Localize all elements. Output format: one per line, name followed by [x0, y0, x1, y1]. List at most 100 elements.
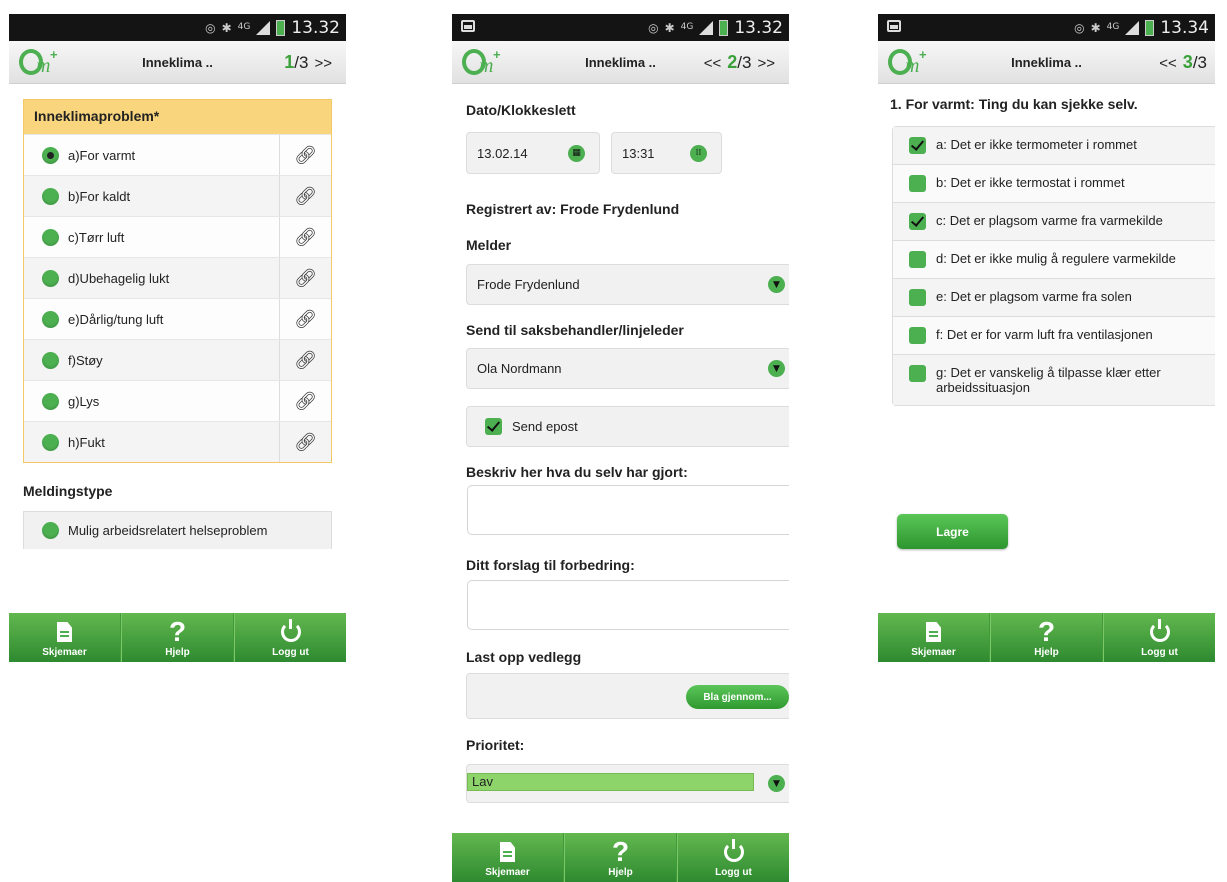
- pager: << 3 /3: [1153, 52, 1207, 73]
- save-button[interactable]: Lagre: [897, 514, 1008, 549]
- radio-icon: [42, 228, 59, 246]
- check-item-label: d: Det er ikke mulig å regulere varmekil…: [936, 251, 1176, 266]
- forms-button[interactable]: Skjemaer: [878, 613, 990, 662]
- problem-option[interactable]: f)Støy 🔗︎: [24, 339, 331, 380]
- problem-option-select[interactable]: b)For kaldt: [24, 176, 279, 216]
- page-current: 1: [284, 52, 295, 72]
- browse-button[interactable]: Bla gjennom...: [686, 685, 789, 709]
- reporter-select[interactable]: Frode Frydenlund ▼: [466, 264, 789, 305]
- help-label: Hjelp: [165, 647, 190, 658]
- check-item[interactable]: e: Det er plagsom varme fra solen: [893, 278, 1215, 316]
- prev-page-button[interactable]: <<: [1159, 55, 1177, 72]
- problem-option-select[interactable]: e)Dårlig/tung luft: [24, 299, 279, 339]
- bluetooth-icon: ✱: [1090, 20, 1101, 35]
- problem-option-select[interactable]: h)Fukt: [24, 422, 279, 462]
- network-type: 4G: [680, 22, 694, 32]
- logout-button[interactable]: Logg ut: [1103, 613, 1215, 662]
- link-icon[interactable]: 🔗︎: [279, 135, 331, 175]
- radio-icon: [42, 522, 59, 539]
- send-to-label: Send til saksbehandler/linjeleder: [466, 322, 684, 338]
- suggestion-label: Ditt forslag til forbedring:: [466, 557, 635, 573]
- problem-group: Inneklimaproblem* a)For varmt 🔗︎ b)For kal…: [23, 99, 332, 463]
- problem-option[interactable]: d)Ubehagelig lukt 🔗︎: [24, 257, 331, 298]
- problem-option-label: a)For varmt: [68, 147, 136, 163]
- link-icon[interactable]: 🔗︎: [279, 299, 331, 339]
- priority-label: Prioritet:: [466, 737, 525, 753]
- problem-option[interactable]: e)Dårlig/tung luft 🔗︎: [24, 298, 331, 339]
- describe-textarea[interactable]: [467, 485, 789, 535]
- problem-option-label: f)Støy: [68, 352, 103, 368]
- link-icon[interactable]: 🔗︎: [279, 217, 331, 257]
- problem-option-label: d)Ubehagelig lukt: [68, 270, 170, 286]
- date-field[interactable]: 13.02.14 ▦: [466, 132, 600, 174]
- forms-button[interactable]: Skjemaer: [452, 833, 564, 882]
- problem-option-select[interactable]: g)Lys: [24, 381, 279, 421]
- problem-option[interactable]: h)Fukt 🔗︎: [24, 421, 331, 462]
- help-button[interactable]: ? Hjelp: [564, 833, 677, 882]
- problem-option-label: c)Tørr luft: [68, 229, 125, 245]
- question-icon: ?: [611, 836, 630, 867]
- check-item[interactable]: a: Det er ikke termometer i rommet: [893, 127, 1215, 164]
- suggestion-textarea[interactable]: [467, 580, 789, 630]
- link-icon[interactable]: 🔗︎: [279, 422, 331, 462]
- send-to-select[interactable]: Ola Nordmann ▼: [466, 348, 789, 389]
- eye-icon: ◎: [648, 20, 659, 35]
- next-page-button[interactable]: >>: [314, 55, 332, 72]
- logout-button[interactable]: Logg ut: [677, 833, 789, 882]
- check-item-label: e: Det er plagsom varme fra solen: [936, 289, 1132, 304]
- check-item[interactable]: d: Det er ikke mulig å regulere varmekil…: [893, 240, 1215, 278]
- checkbox-icon: [909, 289, 926, 306]
- bottom-nav: Skjemaer ? Hjelp Logg ut: [9, 613, 346, 662]
- link-icon[interactable]: 🔗︎: [279, 176, 331, 216]
- priority-select[interactable]: Lav ▼: [466, 764, 789, 803]
- screen-3: ◎ ✱ 4G 13.34 m + Inneklima .. << 3 /3 1. …: [878, 14, 1215, 662]
- problem-option-select[interactable]: d)Ubehagelig lukt: [24, 258, 279, 298]
- forms-button[interactable]: Skjemaer: [9, 613, 121, 662]
- forms-label: Skjemaer: [911, 647, 956, 658]
- check-item[interactable]: c: Det er plagsom varme fra varmekilde: [893, 202, 1215, 240]
- link-icon[interactable]: 🔗︎: [279, 258, 331, 298]
- check-item[interactable]: g: Det er vanskelig å tilpasse klær ette…: [893, 354, 1215, 405]
- time-field[interactable]: 13:31 ⁞⁞: [611, 132, 722, 174]
- check-item-label: a: Det er ikke termometer i rommet: [936, 137, 1137, 152]
- pager: 1 /3 >>: [284, 52, 338, 73]
- problem-option-select[interactable]: c)Tørr luft: [24, 217, 279, 257]
- page-current: 2: [727, 52, 738, 72]
- signal-icon: [1125, 20, 1140, 35]
- help-button[interactable]: ? Hjelp: [121, 613, 234, 662]
- send-email-checkbox[interactable]: Send epost: [466, 406, 789, 447]
- problem-option[interactable]: a)For varmt 🔗︎: [24, 134, 331, 175]
- chevron-down-icon: ▼: [768, 360, 785, 377]
- document-icon: [57, 622, 72, 642]
- problem-option-label: e)Dårlig/tung luft: [68, 311, 164, 327]
- describe-label: Beskriv her hva du selv har gjort:: [466, 464, 688, 480]
- radio-icon: [42, 392, 59, 410]
- logout-button[interactable]: Logg ut: [234, 613, 346, 662]
- clock-picker-icon[interactable]: ⁞⁞: [690, 144, 707, 162]
- gallery-icon: [461, 20, 475, 32]
- power-icon: [1149, 619, 1170, 642]
- app-header: m + Inneklima .. 1 /3 >>: [9, 41, 346, 84]
- next-page-button[interactable]: >>: [757, 55, 775, 72]
- help-label: Hjelp: [1034, 647, 1059, 658]
- check-item[interactable]: b: Det er ikke termostat i rommet: [893, 164, 1215, 202]
- check-item-label: c: Det er plagsom varme fra varmekilde: [936, 213, 1163, 228]
- bluetooth-icon: ✱: [664, 20, 675, 35]
- message-type-option[interactable]: Mulig arbeidsrelatert helseproblem: [23, 511, 332, 549]
- link-icon[interactable]: 🔗︎: [279, 340, 331, 380]
- prev-page-button[interactable]: <<: [704, 55, 722, 72]
- send-to-value: Ola Nordmann: [477, 361, 562, 376]
- bottom-nav: Skjemaer ? Hjelp Logg ut: [878, 613, 1215, 662]
- logout-label: Logg ut: [272, 647, 309, 658]
- problem-option[interactable]: c)Tørr luft 🔗︎: [24, 216, 331, 257]
- check-item[interactable]: f: Det er for varm luft fra ventilasjone…: [893, 316, 1215, 354]
- battery-icon: [276, 19, 286, 36]
- problem-option-select[interactable]: f)Støy: [24, 340, 279, 380]
- problem-option[interactable]: b)For kaldt 🔗︎: [24, 175, 331, 216]
- help-button[interactable]: ? Hjelp: [990, 613, 1103, 662]
- problem-option-select[interactable]: a)For varmt: [24, 135, 279, 175]
- problem-option[interactable]: g)Lys 🔗︎: [24, 380, 331, 421]
- page-total: /3: [1192, 53, 1207, 72]
- calendar-icon[interactable]: ▦: [568, 144, 585, 162]
- link-icon[interactable]: 🔗︎: [279, 381, 331, 421]
